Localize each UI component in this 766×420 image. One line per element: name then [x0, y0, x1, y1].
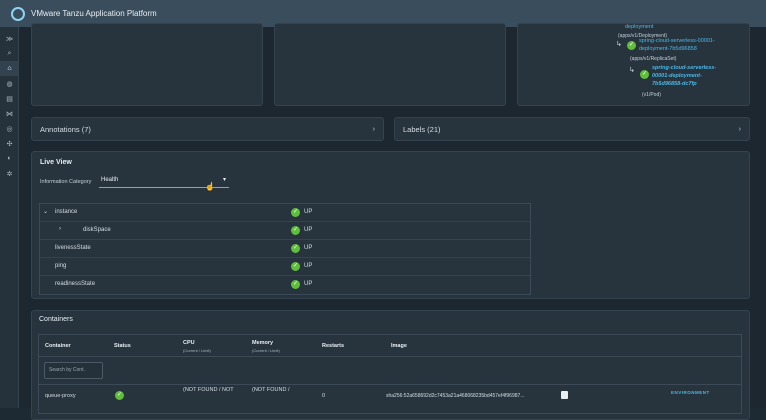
labels-expander[interactable]: Labels (21) ›: [394, 117, 750, 141]
info-category-value: Health: [101, 177, 119, 183]
tree-row-status: UP: [304, 263, 313, 269]
overview-card-left: [31, 23, 263, 106]
tree-row-status: UP: [304, 245, 313, 251]
child-arrow-icon: ↳: [616, 41, 622, 48]
apis-icon[interactable]: ◐: [0, 151, 19, 166]
col-cpu: CPU: [183, 340, 195, 346]
container-name: queue-proxy: [45, 393, 76, 399]
health-tree: ⌄ instance ✓ UP › diskSpace ✓ UP livenes…: [39, 203, 532, 295]
health-ok-icon: ✓: [640, 70, 649, 79]
deployment-link[interactable]: deployment: [625, 24, 653, 31]
pod-link-line2[interactable]: 00001-deployment-: [652, 73, 702, 80]
docs-icon[interactable]: ▤: [0, 91, 19, 106]
tree-row-label: livenessState: [55, 245, 91, 251]
tree-row-status: UP: [304, 281, 313, 287]
graph-icon[interactable]: ⋈: [0, 106, 19, 121]
annotations-label: Annotations (7): [40, 124, 91, 134]
health-ok-icon: ✓: [291, 262, 300, 271]
expand-icon[interactable]: ≫: [0, 31, 19, 46]
replicaset-link-line1[interactable]: spring-cloud-serverless-00001-: [639, 38, 715, 45]
tanzu-logo-icon: [11, 6, 25, 21]
health-ok-icon: ✓: [115, 391, 124, 400]
catalog-icon[interactable]: ◍: [0, 76, 19, 91]
puzzle-icon[interactable]: ✣: [0, 136, 19, 151]
chevron-down-icon[interactable]: ⌄: [43, 208, 48, 215]
table-header-divider: [38, 356, 742, 357]
environment-badge: ENVIRONMENT: [671, 390, 710, 395]
chevron-right-icon[interactable]: ›: [59, 226, 61, 232]
container-image: sha256:52a658692d2c7453a21a468068235bd45…: [386, 393, 525, 399]
settings-icon[interactable]: ✲: [0, 166, 19, 181]
chevron-right-icon: ›: [372, 125, 375, 133]
chevron-right-icon: ›: [738, 125, 741, 133]
container-memory: (NOT FOUND /: [252, 387, 290, 393]
copy-icon[interactable]: [561, 391, 568, 399]
home-icon[interactable]: ⌂: [0, 61, 19, 76]
tree-row-status: UP: [304, 227, 313, 233]
caret-down-icon: ▾: [222, 177, 226, 183]
main-content: deployment (apps/v1/Deployment) ↳ ✓ spri…: [19, 23, 766, 420]
replicaset-type: (apps/v1/ReplicaSet): [630, 56, 677, 62]
globe-icon[interactable]: ◎: [0, 121, 19, 136]
health-ok-icon: ✓: [291, 226, 300, 235]
pod-type: (v1/Pod): [642, 92, 661, 98]
resource-tree-card: deployment (apps/v1/Deployment) ↳ ✓ spri…: [517, 23, 750, 106]
col-memory-sub: (Current / Limit): [252, 348, 280, 353]
col-container: Container: [45, 343, 71, 349]
health-ok-icon: ✓: [627, 41, 636, 50]
col-status: Status: [114, 343, 131, 349]
container-restarts: 0: [322, 393, 326, 399]
sidebar: ≫ ⌕ ⌂ ◍ ▤ ⋈ ◎ ✣ ◐ ✲: [0, 27, 19, 408]
container-search-input[interactable]: Search by Cont.: [44, 362, 103, 379]
containers-table: [38, 334, 742, 414]
labels-label: Labels (21): [403, 124, 441, 134]
containers-title: Containers: [39, 316, 73, 323]
container-cpu: (NOT FOUND / NOT: [183, 387, 234, 393]
mouse-cursor-icon: ☝: [205, 182, 215, 191]
tree-row-label: ping: [55, 263, 67, 269]
health-ok-icon: ✓: [291, 280, 300, 289]
col-memory: Memory: [252, 340, 274, 346]
info-category-label: Information Category: [40, 179, 92, 185]
tree-row-label: diskSpace: [83, 227, 111, 233]
health-ok-icon: ✓: [291, 244, 300, 253]
pod-link-line3[interactable]: 7b5d96858-dc7fp: [652, 81, 697, 88]
tree-row[interactable]: ping ✓ UP: [40, 258, 532, 276]
overview-card-middle: [274, 23, 506, 106]
health-ok-icon: ✓: [291, 208, 300, 217]
col-cpu-sub: (Current / Limit): [183, 348, 211, 353]
table-row-divider: [38, 384, 742, 385]
col-image: Image: [391, 343, 407, 349]
tree-row[interactable]: livenessState ✓ UP: [40, 240, 532, 258]
pod-link-line1[interactable]: spring-cloud-serverless-: [652, 65, 716, 72]
tree-row-label: readinessState: [55, 281, 96, 287]
tree-row-label: instance: [55, 209, 78, 215]
annotations-expander[interactable]: Annotations (7) ›: [31, 117, 384, 141]
tree-row[interactable]: › diskSpace ✓ UP: [40, 222, 532, 240]
live-view-title: Live View: [40, 159, 72, 166]
tree-row[interactable]: ⌄ instance ✓ UP: [40, 204, 532, 222]
search-icon[interactable]: ⌕: [0, 46, 19, 61]
child-arrow-icon: ↳: [629, 67, 635, 74]
app-title: VMware Tanzu Application Platform: [31, 9, 157, 18]
tree-row[interactable]: readinessState ✓ UP: [40, 276, 532, 294]
replicaset-link-line2[interactable]: deployment-7b5d96858: [639, 46, 697, 53]
col-restarts: Restarts: [322, 343, 345, 349]
tree-row-status: UP: [304, 209, 313, 215]
